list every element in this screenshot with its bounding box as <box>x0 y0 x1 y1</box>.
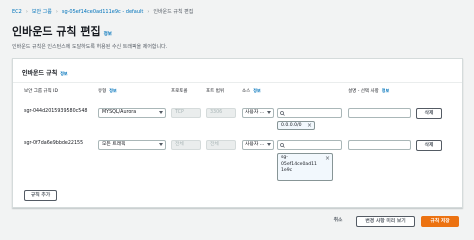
source-type-select[interactable]: 사용자 ... <box>242 108 274 118</box>
save-rules-button[interactable]: 규칙 저장 <box>421 216 459 227</box>
col-header-source-label: 소스 <box>242 89 251 94</box>
delete-button[interactable]: 삭제 <box>416 108 442 119</box>
type-select[interactable]: MYSQL/Aurora <box>98 108 166 118</box>
breadcrumb: EC2 › 보안 그룹 › sg-05ef14ce0ad111e9c - def… <box>12 8 194 16</box>
rule-id: sgr-044d2015939580c548 <box>24 109 88 114</box>
info-link[interactable]: 정보 <box>104 31 112 37</box>
description-input[interactable] <box>348 108 411 118</box>
rule-id: sgr-0f7da6e9bbde22155 <box>24 141 84 146</box>
info-link[interactable]: 정보 <box>253 88 260 94</box>
type-select[interactable]: 모든 트래픽 <box>98 140 166 150</box>
description-input[interactable] <box>348 140 411 150</box>
source-type-value: 사용자 ... <box>245 110 265 115</box>
protocol-field: 전체 <box>171 140 201 150</box>
breadcrumb-security-group[interactable]: sg-05ef14ce0ad111e9c - default <box>62 9 144 15</box>
port-range-field: 전체 <box>206 140 236 150</box>
source-token-line: 1e9c <box>281 168 293 173</box>
caret-down-icon <box>267 111 271 114</box>
caret-down-icon <box>159 111 163 114</box>
col-header-source: 소스 정보 <box>242 88 261 94</box>
info-link[interactable]: 정보 <box>60 71 67 77</box>
source-search-input[interactable] <box>277 140 342 150</box>
chevron-right-icon: › <box>55 8 58 15</box>
panel-header: 인바운드 규칙 정보 <box>13 59 462 83</box>
col-header-protocol: 프로토콜 <box>171 88 188 94</box>
page-description: 인바운드 규칙은 인스턴스에 도달하도록 허용된 수신 트래픽을 제어합니다. <box>12 44 168 50</box>
port-range-field: 3306 <box>206 108 236 118</box>
breadcrumb-ec2[interactable]: EC2 <box>12 9 22 15</box>
cancel-button[interactable]: 취소 <box>327 216 349 227</box>
source-token: 0.0.0.0/0 × <box>277 121 315 130</box>
breadcrumb-security-groups[interactable]: 보안 그룹 <box>32 8 52 15</box>
delete-button[interactable]: 삭제 <box>416 140 442 151</box>
protocol-field: TCP <box>171 108 201 118</box>
col-header-protocol-label: 프로토콜 <box>171 89 188 94</box>
col-header-type: 유형 정보 <box>98 88 117 94</box>
chevron-right-icon: › <box>25 8 28 15</box>
caret-down-icon <box>267 143 271 146</box>
panel-title-text: 인바운드 규칙 <box>22 70 58 77</box>
col-header-description: 설명 - 선택 사항 정보 <box>348 88 389 94</box>
source-type-value: 사용자 ... <box>245 142 265 147</box>
breadcrumb-current: 인바운드 규칙 편집 <box>153 9 194 15</box>
chevron-right-icon: › <box>147 8 150 15</box>
col-header-port-label: 포트 범위 <box>206 89 224 94</box>
source-type-select[interactable]: 사용자 ... <box>242 140 274 150</box>
close-icon[interactable]: × <box>325 156 330 162</box>
page-title: 인바운드 규칙 편집 정보 <box>12 23 112 39</box>
search-icon <box>280 110 285 116</box>
page-title-text: 인바운드 규칙 편집 <box>12 25 101 38</box>
type-select-value: 모든 트래픽 <box>102 142 126 147</box>
col-header-description-label: 설명 - 선택 사항 <box>348 89 379 94</box>
col-header-rule-id: 보안 그룹 규칙 ID <box>24 88 58 94</box>
col-header-type-label: 유형 <box>98 89 107 94</box>
close-icon[interactable]: × <box>307 123 312 129</box>
add-rule-button[interactable]: 규칙 추가 <box>24 190 57 201</box>
info-link[interactable]: 정보 <box>109 88 116 94</box>
col-header-port-range: 포트 범위 <box>206 88 224 94</box>
source-search-input[interactable] <box>277 108 342 118</box>
caret-down-icon <box>159 143 163 146</box>
source-token-label: 0.0.0.0/0 <box>281 123 302 128</box>
search-icon <box>280 142 285 148</box>
source-token: sg- 05ef14ce0ad11 1e9c × <box>277 153 333 181</box>
type-select-value: MYSQL/Aurora <box>102 110 137 115</box>
panel-title: 인바운드 규칙 정보 <box>22 68 68 77</box>
col-header-rule-id-label: 보안 그룹 규칙 ID <box>24 89 58 94</box>
preview-changes-button[interactable]: 변경 사항 미리 보기 <box>356 216 415 227</box>
info-link[interactable]: 정보 <box>382 88 389 94</box>
inbound-rules-panel: 인바운드 규칙 정보 보안 그룹 규칙 ID 유형 정보 프로토콜 포트 범위 … <box>12 58 463 208</box>
